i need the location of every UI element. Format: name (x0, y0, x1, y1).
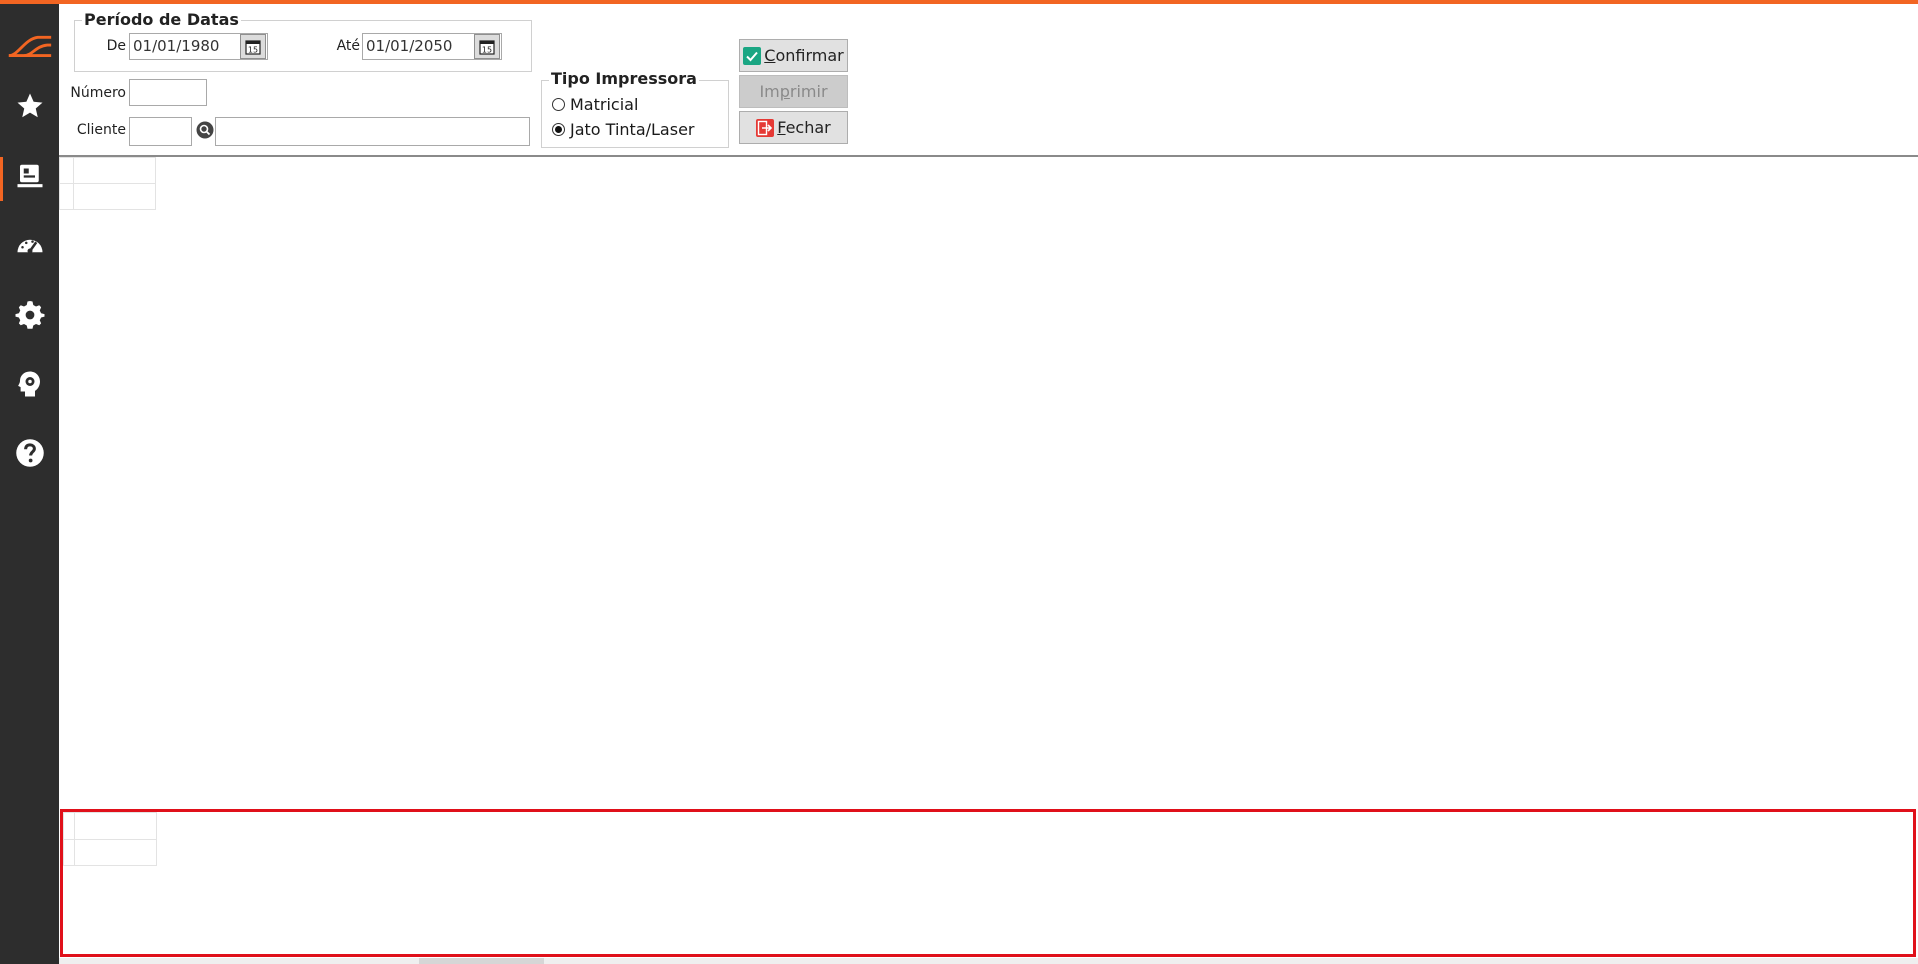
fechar-button[interactable]: Fechar (739, 111, 848, 144)
de-label: De (106, 38, 126, 54)
search-icon[interactable] (196, 121, 214, 139)
exit-icon (756, 118, 775, 137)
periodo-datas-legend: Período de Datas (82, 10, 241, 29)
radio-matricial[interactable]: Matricial (552, 95, 638, 114)
ate-label: Até (336, 38, 360, 54)
sidebar (0, 4, 59, 964)
imprimir-label: Imprimir (759, 82, 828, 101)
upper-grid[interactable] (59, 157, 1918, 809)
help-icon[interactable] (0, 425, 59, 481)
radio-jato-tinta-laser-circle[interactable] (552, 123, 565, 136)
ate-calendar-button[interactable]: 15 (474, 34, 500, 59)
top-accent-bar (0, 0, 1918, 4)
grid-indicator-cell (59, 183, 74, 210)
cliente-code-input[interactable] (129, 117, 192, 146)
confirmar-label: Confirmar (764, 46, 844, 65)
numero-label: Número (70, 85, 126, 101)
radio-matricial-label: Matricial (570, 95, 639, 114)
grid-cell[interactable] (73, 183, 156, 210)
grid-indicator-cell (59, 157, 74, 184)
radio-jato-tinta-laser-label: Jato Tinta/Laser (570, 120, 695, 139)
numero-input[interactable] (129, 79, 207, 106)
de-calendar-button[interactable]: 15 (240, 34, 266, 59)
calendar-icon: 15 (479, 39, 495, 55)
logo-icon[interactable] (0, 18, 59, 74)
imprimir-button[interactable]: Imprimir (739, 75, 848, 108)
radio-matricial-circle[interactable] (552, 98, 565, 111)
check-icon (743, 46, 762, 65)
gear-icon[interactable] (0, 287, 59, 343)
grid-header-cell[interactable] (74, 812, 157, 840)
calendar-icon: 15 (245, 39, 261, 55)
star-icon[interactable] (0, 78, 59, 134)
reports-icon[interactable] (0, 148, 59, 204)
svg-text:15: 15 (248, 45, 258, 54)
confirmar-button[interactable]: Confirmar (739, 39, 848, 72)
dashboard-icon[interactable] (0, 218, 59, 274)
fechar-label: Fechar (777, 118, 831, 137)
cliente-label: Cliente (76, 122, 126, 138)
bottom-scrollbar[interactable] (59, 958, 1918, 964)
cliente-name-input[interactable] (215, 117, 530, 146)
lower-grid-highlight[interactable] (60, 809, 1916, 957)
tipo-impressora-legend: Tipo Impressora (549, 69, 699, 88)
radio-jato-tinta-laser[interactable]: Jato Tinta/Laser (552, 120, 694, 139)
grid-header-cell[interactable] (73, 157, 156, 184)
scrollbar-thumb[interactable] (419, 958, 544, 964)
svg-text:15: 15 (482, 45, 492, 54)
brain-gear-icon[interactable] (0, 356, 59, 412)
grid-cell[interactable] (74, 839, 157, 866)
